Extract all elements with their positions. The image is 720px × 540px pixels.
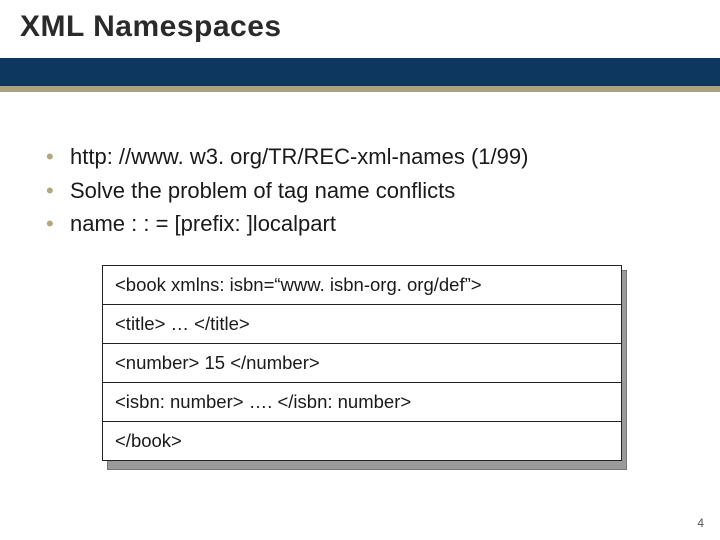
code-line: <title> … </title> [103, 305, 621, 344]
content-area: http: //www. w3. org/TR/REC-xml-names (1… [0, 92, 720, 461]
slide-title: XML Namespaces [20, 10, 700, 44]
bullet-item: Solve the problem of tag name conflicts [40, 176, 680, 206]
page-number: 4 [697, 516, 704, 530]
code-box: <book xmlns: isbn=“www. isbn-org. org/de… [102, 265, 622, 461]
header-stripe-dark [0, 58, 720, 86]
code-line: </book> [103, 422, 621, 460]
header: XML Namespaces [0, 0, 720, 92]
bullet-list: http: //www. w3. org/TR/REC-xml-names (1… [40, 142, 680, 239]
bullet-item: name : : = [prefix: ]localpart [40, 209, 680, 239]
header-stripe-tan [0, 86, 720, 92]
code-line: <number> 15 </number> [103, 344, 621, 383]
slide: XML Namespaces http: //www. w3. org/TR/R… [0, 0, 720, 540]
bullet-item: http: //www. w3. org/TR/REC-xml-names (1… [40, 142, 680, 172]
code-example: <book xmlns: isbn=“www. isbn-org. org/de… [102, 265, 680, 461]
title-area: XML Namespaces [0, 0, 720, 58]
code-line: <isbn: number> …. </isbn: number> [103, 383, 621, 422]
code-line: <book xmlns: isbn=“www. isbn-org. org/de… [103, 266, 621, 305]
